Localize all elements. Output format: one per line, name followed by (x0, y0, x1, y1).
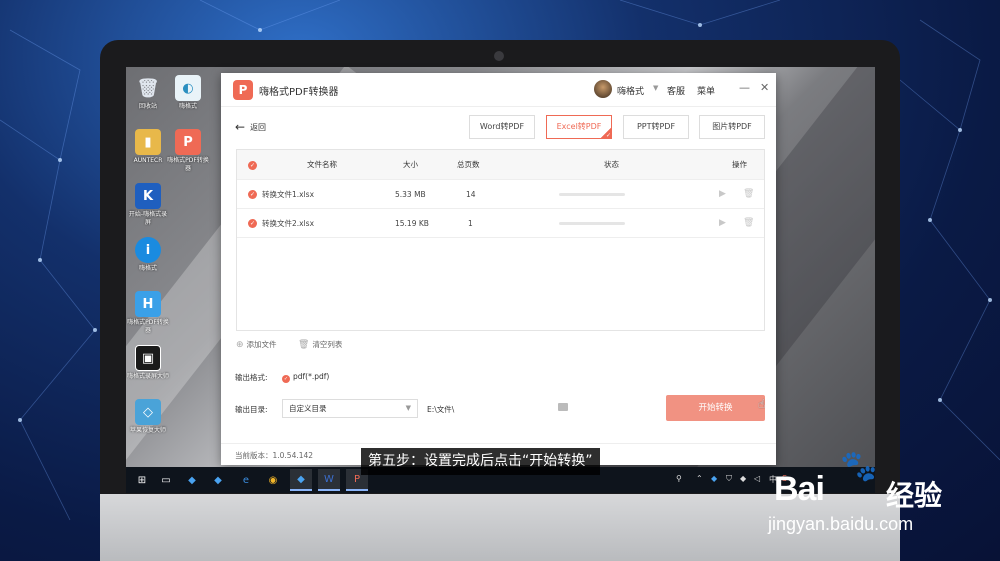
title-bar: P 嗨格式PDF转换器 嗨格式 ▼ 客服 菜单 — ✕ (221, 73, 776, 107)
header-status: 状态 (604, 160, 619, 169)
output-format-radio[interactable]: ✓ pdf(*.pdf) (282, 372, 329, 383)
desktop-icon-recorder[interactable]: ▣ 嗨格式录屏大师 (126, 345, 170, 381)
arrow-left-icon: ← (235, 120, 246, 134)
app-icon[interactable]: ◆ (290, 469, 312, 491)
plus-circle-icon: ⊕ (236, 340, 244, 350)
watermark-brand-suffix: 经验 (886, 479, 943, 512)
shield-icon[interactable]: ⛉ (726, 474, 732, 484)
trash-icon[interactable]: 🗑 (743, 180, 754, 209)
trash-icon[interactable]: 🗑 (743, 209, 754, 238)
app-shortcut-icon: ◐ (175, 75, 201, 101)
check-corner-icon: ✓ (600, 127, 612, 139)
task-view-icon[interactable]: ▭ (158, 472, 174, 488)
watermark-url: jingyan.baidu.com (768, 514, 914, 534)
avatar[interactable] (594, 80, 612, 98)
file-pages: 14 (466, 190, 476, 199)
folder-icon[interactable] (558, 403, 568, 411)
version-text: 当前版本：1.0.54.142 (235, 451, 314, 460)
pdf-converter-window: P 嗨格式PDF转换器 嗨格式 ▼ 客服 菜单 — ✕ ← 返回 Word转PDF… (221, 73, 776, 465)
desktop-icon-recovery[interactable]: ◇ 苹果恢复大师 (126, 399, 170, 435)
trash-icon: 🗑 (298, 340, 310, 350)
info-app-icon: i (135, 237, 161, 263)
word-icon[interactable]: W (318, 469, 340, 491)
table-row[interactable]: ✓ 转换文件1.xlsx 5.33 MB 14 ▶ 🗑 (237, 180, 764, 209)
progress-bar (559, 222, 625, 225)
output-format-label: 输出格式: (235, 373, 268, 382)
chevron-down-icon: ▼ (405, 404, 411, 412)
k-app-icon: K (135, 183, 161, 209)
hand-cursor-icon: ☝ (758, 397, 766, 411)
tray-app-icon[interactable]: ◆ (711, 474, 717, 483)
subtitle-caption: 第五步：设置完成后点击“开始转换” (361, 448, 600, 475)
play-icon[interactable]: ▶ (719, 180, 726, 209)
recycle-bin-icon: 🗑 (136, 77, 160, 99)
desktop-icon-k-app[interactable]: K 开始-嗨格式录屏 (126, 183, 170, 227)
chrome-icon[interactable]: ◉ (265, 472, 281, 488)
header-pages: 总页数 (457, 160, 480, 169)
row-checkbox[interactable]: ✓ (248, 219, 257, 228)
desktop-icon-pdf-converter[interactable]: P 嗨格式PDF转换器 (166, 129, 210, 173)
add-file-button[interactable]: ⊕ 添加文件 (236, 339, 277, 350)
output-dir-label: 输出目录: (235, 405, 268, 414)
file-table: ✓ 文件名称 大小 总页数 状态 操作 ✓ 转换文件1.xlsx 5.33 MB… (236, 149, 765, 331)
chevron-up-icon[interactable]: ⌃ (696, 474, 703, 483)
desktop-icon-h-app[interactable]: H 嗨格式PDF转换器 (126, 291, 170, 335)
tab-image-to-pdf[interactable]: 图片转PDF (699, 115, 765, 139)
windows-start-icon[interactable]: ⊞ (134, 472, 150, 488)
select-all-checkbox[interactable]: ✓ (248, 161, 257, 170)
app-icon[interactable]: ◆ (184, 472, 200, 488)
h-app-icon: H (135, 291, 161, 317)
recorder-icon: ▣ (135, 345, 161, 371)
table-header: ✓ 文件名称 大小 总页数 状态 操作 (237, 150, 764, 180)
app-icon[interactable]: ◆ (210, 472, 226, 488)
volume-icon[interactable]: ◁ (754, 474, 760, 483)
close-icon[interactable]: ✕ (760, 81, 769, 94)
play-icon[interactable]: ▶ (719, 209, 726, 238)
desktop-icon-recycle-bin[interactable]: 🗑 回收站 (126, 75, 170, 111)
table-row[interactable]: ✓ 转换文件2.xlsx 15.19 KB 1 ▶ 🗑 (237, 209, 764, 238)
app-logo-icon: P (233, 80, 253, 100)
header-actions: 操作 (732, 160, 747, 169)
network-icon[interactable]: ⚲ (676, 474, 682, 483)
file-pages: 1 (468, 219, 473, 228)
progress-bar (559, 193, 625, 196)
clear-list-button[interactable]: 🗑 清空列表 (298, 339, 342, 350)
file-name: 转换文件2.xlsx (262, 219, 315, 228)
folder-icon: ▮ (135, 129, 161, 155)
tab-ppt-to-pdf[interactable]: PPT转PDF (623, 115, 689, 139)
menu-link[interactable]: 菜单 (697, 84, 715, 97)
edge-icon[interactable]: e (238, 472, 254, 488)
tab-word-to-pdf[interactable]: Word转PDF (469, 115, 535, 139)
desktop-icon-shortcut[interactable]: ◐ 嗨格式 (166, 75, 210, 111)
output-dir-select[interactable]: 自定义目录 ▼ (282, 399, 418, 418)
watermark-brand: Bai (774, 470, 825, 508)
support-link[interactable]: 客服 (667, 84, 685, 97)
file-name: 转换文件1.xlsx (262, 190, 315, 199)
pdf-converter-icon: P (175, 129, 201, 155)
header-size: 大小 (403, 160, 418, 169)
desktop-icon-folder[interactable]: ▮ AUNTECR (126, 129, 170, 165)
tray-app-icon[interactable]: ◆ (740, 474, 746, 483)
back-button[interactable]: ← 返回 (235, 120, 266, 134)
start-convert-button[interactable]: 开始转换 (666, 395, 765, 421)
row-checkbox[interactable]: ✓ (248, 190, 257, 199)
app-title: 嗨格式PDF转换器 (259, 87, 339, 98)
file-size: 5.33 MB (395, 190, 426, 199)
username[interactable]: 嗨格式 (617, 84, 644, 97)
output-dir-path: E:\文件\ (427, 405, 455, 414)
recovery-icon: ◇ (135, 399, 161, 425)
header-name: 文件名称 (307, 160, 337, 169)
webcam-icon (494, 51, 504, 61)
desktop-icon-info-app[interactable]: i 嗨格式 (126, 237, 170, 273)
minimize-icon[interactable]: — (739, 81, 750, 94)
chevron-down-icon[interactable]: ▼ (653, 84, 658, 92)
file-size: 15.19 KB (395, 219, 429, 228)
baidu-paw-icon: 🐾 (840, 449, 878, 484)
tab-excel-to-pdf[interactable]: Excel转PDF ✓ (546, 115, 612, 139)
check-icon: ✓ (282, 375, 290, 383)
